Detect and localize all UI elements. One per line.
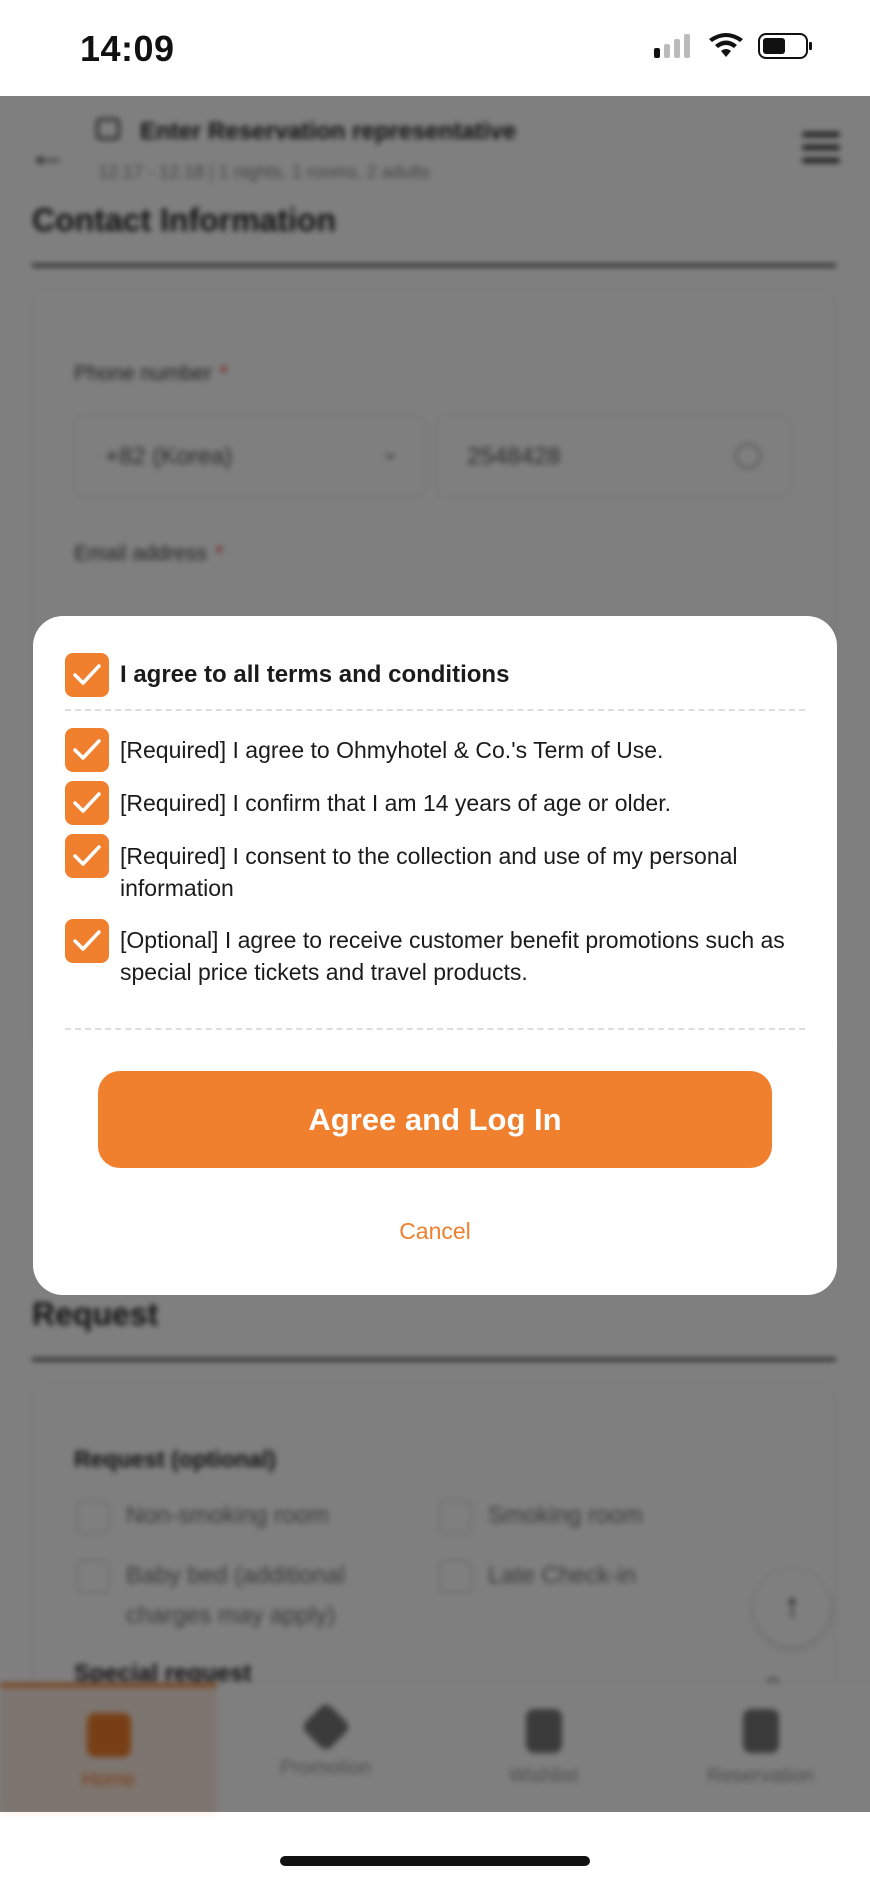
terms-of-use-checkbox[interactable] [65, 728, 109, 772]
checkmark-icon [73, 930, 101, 951]
dashed-divider [65, 709, 805, 711]
age-confirm-checkbox[interactable] [65, 781, 109, 825]
cellular-signal-icon [654, 34, 690, 58]
terms-of-use-label: [Required] I agree to Ohmyhotel & Co.'s … [120, 737, 664, 763]
checkmark-icon [73, 845, 101, 866]
checkmark-icon [73, 664, 101, 685]
home-indicator [280, 1856, 590, 1866]
agree-all-checkbox[interactable] [65, 653, 109, 697]
promotions-label: [Optional] I agree to receive customer b… [120, 927, 785, 985]
status-bar: 14:09 [0, 0, 870, 96]
age-confirm-label: [Required] I confirm that I am 14 years … [120, 790, 672, 816]
cancel-button[interactable]: Cancel [33, 1218, 837, 1245]
agree-and-login-button[interactable]: Agree and Log In [98, 1071, 772, 1168]
dashed-divider [65, 1028, 805, 1030]
personal-info-checkbox[interactable] [65, 834, 109, 878]
checkmark-icon [73, 739, 101, 760]
wifi-icon [709, 33, 743, 57]
battery-icon [758, 33, 812, 59]
terms-modal: I agree to all terms and conditions [Req… [33, 616, 837, 1295]
checkmark-icon [73, 792, 101, 813]
agree-all-label: I agree to all terms and conditions [120, 661, 510, 688]
personal-info-label: [Required] I consent to the collection a… [120, 843, 738, 901]
status-icons [654, 32, 814, 60]
status-time: 14:09 [80, 28, 175, 69]
promotions-checkbox[interactable] [65, 919, 109, 963]
